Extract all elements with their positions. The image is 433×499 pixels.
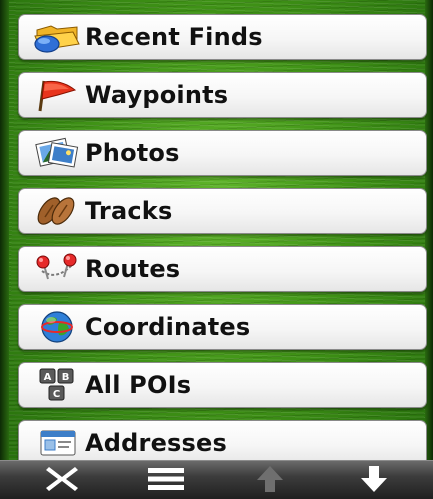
scroll-down-button[interactable] xyxy=(334,461,414,499)
svg-text:B: B xyxy=(62,372,70,383)
menu-item-label: Recent Finds xyxy=(85,23,263,51)
bottom-toolbar xyxy=(0,460,433,499)
abc-keys-icon: A B C xyxy=(31,365,83,405)
menu-item-all-pois[interactable]: A B C All POIs xyxy=(18,362,427,408)
photos-icon xyxy=(31,133,83,173)
menu-item-label: Waypoints xyxy=(85,81,229,109)
menu-item-waypoints[interactable]: Waypoints xyxy=(18,72,427,118)
svg-text:A: A xyxy=(44,372,52,383)
screen-background: Recent Finds Waypoints Photos Tracks Rou… xyxy=(0,0,433,499)
footprints-icon xyxy=(31,191,83,231)
menu-item-tracks[interactable]: Tracks xyxy=(18,188,427,234)
globe-icon xyxy=(31,307,83,347)
svg-text:C: C xyxy=(53,389,60,400)
arrow-down-icon xyxy=(359,464,389,498)
menu-item-label: All POIs xyxy=(85,371,192,399)
menu-button[interactable] xyxy=(126,461,206,499)
route-pins-icon xyxy=(31,249,83,289)
where-to-menu-list[interactable]: Recent Finds Waypoints Photos Tracks Rou… xyxy=(0,0,433,460)
recent-finds-folder-icon xyxy=(31,17,83,57)
menu-item-label: Addresses xyxy=(85,429,227,457)
flag-icon xyxy=(31,75,83,115)
menu-icon xyxy=(148,466,184,496)
menu-item-addresses[interactable]: Addresses xyxy=(18,420,427,460)
menu-item-label: Routes xyxy=(85,255,181,283)
menu-item-label: Photos xyxy=(85,139,180,167)
close-icon xyxy=(45,464,79,498)
menu-item-label: Coordinates xyxy=(85,313,251,341)
menu-item-photos[interactable]: Photos xyxy=(18,130,427,176)
menu-item-label: Tracks xyxy=(85,197,173,225)
close-button[interactable] xyxy=(22,461,102,499)
scroll-up-button[interactable] xyxy=(230,461,310,499)
menu-item-recent-finds[interactable]: Recent Finds xyxy=(18,14,427,60)
address-card-icon xyxy=(31,423,83,460)
arrow-up-icon xyxy=(255,464,285,498)
menu-item-routes[interactable]: Routes xyxy=(18,246,427,292)
menu-item-coordinates[interactable]: Coordinates xyxy=(18,304,427,350)
